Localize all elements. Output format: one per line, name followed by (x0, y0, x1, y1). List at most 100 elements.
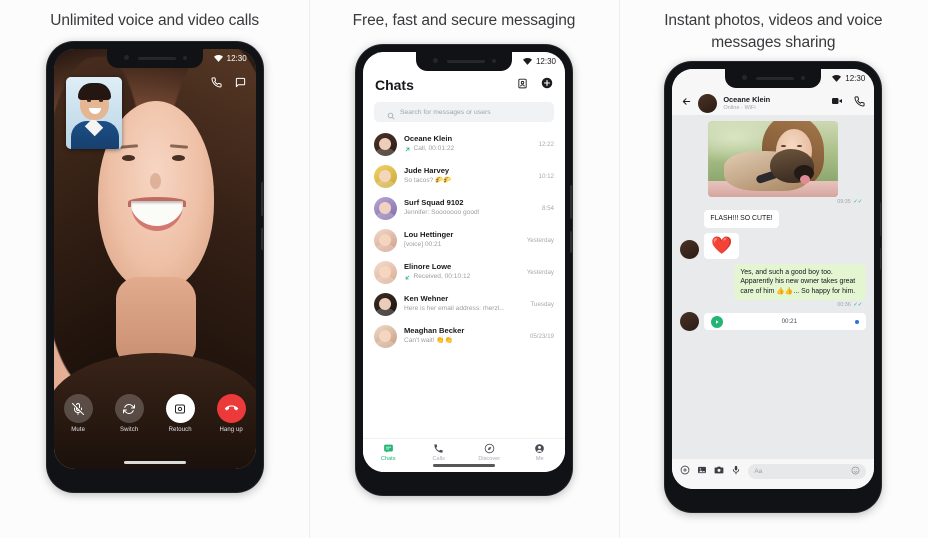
search-input[interactable]: Search for messages or users (373, 102, 554, 122)
nav-tab-discover[interactable]: Discover (464, 439, 515, 472)
status-badge: Online · WiFi (723, 104, 756, 111)
wifi-icon (522, 58, 532, 65)
gallery-icon[interactable] (697, 462, 707, 480)
status-time: 12:30 (535, 57, 556, 66)
avatar (680, 239, 700, 259)
voice-message-row: 00:21 (680, 312, 867, 331)
chat-preview: [voice] 00:21 (404, 240, 520, 250)
list-item[interactable]: Surf Squad 9102 Jennifer: Sooooooo good!… (363, 192, 565, 224)
page-title: Chats (374, 77, 414, 93)
call-made-icon (405, 147, 410, 151)
mute-button[interactable]: Mute (59, 394, 97, 433)
avatar[interactable] (698, 93, 718, 113)
preview-text: Call, 00:01:22 (413, 145, 455, 152)
pip-eye-right (98, 99, 103, 102)
front-camera-icon (432, 58, 438, 63)
list-item[interactable]: Elinore Lowe Received, 00:10:12 Yesterda… (363, 256, 565, 288)
phone-notch (415, 52, 512, 71)
preview-text: So tacos? 🌮🌮 (403, 177, 452, 184)
hangup-label: Hang up (219, 427, 243, 433)
contact-name: Oceane Klein (723, 94, 771, 104)
plus-icon[interactable] (680, 462, 690, 480)
chat-text: Elinore Lowe Received, 00:10:12 (404, 262, 520, 282)
conversation-actions (831, 94, 865, 112)
retouch-button[interactable]: Retouch (161, 394, 199, 433)
incoming-message-row: FLASH!!! SO CUTE! (680, 210, 866, 228)
timestamp: 12:22 (538, 140, 554, 148)
chat-preview: Can't wait! 👏👏 (404, 336, 523, 346)
list-item[interactable]: Ken Wehner Here is her email address: rh… (363, 288, 565, 320)
contacts-icon[interactable] (517, 76, 528, 94)
eye-right (171, 155, 185, 161)
switch-camera-button[interactable]: Switch (110, 394, 148, 433)
mic-icon[interactable] (731, 462, 741, 480)
hangup-button[interactable]: Hang up (212, 394, 250, 433)
avatar (373, 260, 397, 284)
chat-preview: Received, 00:10:12 (404, 272, 520, 282)
call-icon[interactable] (211, 75, 222, 93)
power-button (261, 182, 263, 216)
preview-text: Received, 00:10:12 (413, 273, 471, 280)
input-placeholder: Aa (754, 467, 763, 475)
message-meta: 00:36 ✓✓ (680, 302, 862, 308)
self-video-thumbnail[interactable] (65, 77, 122, 149)
header-actions (517, 76, 553, 94)
list-item[interactable]: Meaghan Becker Can't wait! 👏👏 05/23/19 (363, 320, 565, 352)
list-item[interactable]: Oceane Klein Call, 00:01:22 12:22 (363, 128, 565, 160)
avatar (373, 164, 397, 188)
home-indicator (123, 461, 186, 464)
message-input[interactable]: Aa (748, 462, 867, 480)
hangup-icon (216, 394, 246, 423)
camera-icon[interactable] (714, 462, 724, 480)
preview-text: Can't wait! 👏👏 (403, 337, 453, 344)
list-item[interactable]: Jude Harvey So tacos? 🌮🌮 10:12 (363, 160, 565, 192)
message-bubble-emoji[interactable]: ❤️ (704, 232, 740, 259)
message-bubble[interactable]: FLASH!!! SO CUTE! (704, 210, 779, 228)
nav-tab-me[interactable]: Me (514, 439, 565, 472)
emoji-icon[interactable] (851, 462, 860, 480)
photo-message[interactable] (708, 121, 839, 197)
panel-caption: Instant photos, videos and voice message… (664, 12, 883, 51)
wifi-icon (832, 75, 842, 82)
contact-name: Meaghan Becker (403, 326, 465, 335)
message-bubble[interactable]: Yes, and such a good boy too. Apparently… (734, 263, 867, 300)
chats-icon (383, 444, 393, 453)
contact-name: Elinore Lowe (403, 262, 452, 271)
list-item[interactable]: Lou Hettinger [voice] 00:21 Yesterday (363, 224, 565, 256)
sensor-icon (801, 75, 806, 80)
search-placeholder: Search for messages or users (399, 108, 491, 116)
contact-name: Oceane Klein (403, 134, 453, 143)
phone-notch (106, 49, 203, 68)
nav-tab-chats[interactable]: Chats (363, 439, 414, 472)
phone-mockup-video-call: 12:30 Mute Switch Retouch Hang up (46, 42, 263, 492)
earpiece-speaker (137, 56, 176, 60)
profile-icon (535, 443, 545, 453)
back-arrow-icon[interactable] (681, 94, 692, 112)
play-icon[interactable] (711, 315, 724, 328)
video-call-icon[interactable] (831, 94, 843, 112)
preview-text: Jennifer: Sooooooo good! (403, 209, 480, 216)
timestamp: 10:12 (538, 172, 554, 180)
volume-button (879, 248, 882, 270)
retouch-label: Retouch (168, 427, 192, 433)
voice-message[interactable]: 00:21 (704, 313, 867, 330)
chats-app: Chats Search for messages or users Ocean… (362, 52, 565, 472)
preview-text: [voice] 00:21 (403, 241, 442, 248)
contact-name: Jude Harvey (403, 166, 450, 175)
nav-label: Discover (478, 455, 501, 462)
voice-call-icon[interactable] (854, 94, 865, 112)
preview-text: Here is her email address: rherzl... (403, 305, 505, 312)
call-top-actions (211, 75, 246, 93)
call-controls: Mute Switch Retouch Hang up (54, 394, 256, 433)
nav-tab-calls[interactable]: Calls (413, 439, 464, 472)
pip-eye-left (86, 99, 91, 102)
panel-caption: Free, fast and secure messaging (352, 12, 576, 29)
volume-button (261, 228, 263, 250)
volume-button (570, 231, 572, 253)
status-time: 12:30 (845, 74, 866, 83)
add-chat-icon[interactable] (541, 76, 553, 94)
chat-bubble-icon[interactable] (235, 75, 246, 93)
panel-caption: Unlimited voice and video calls (50, 12, 260, 29)
timestamp: Tuesday (530, 300, 554, 308)
chat-text: Ken Wehner Here is her email address: rh… (404, 294, 523, 314)
